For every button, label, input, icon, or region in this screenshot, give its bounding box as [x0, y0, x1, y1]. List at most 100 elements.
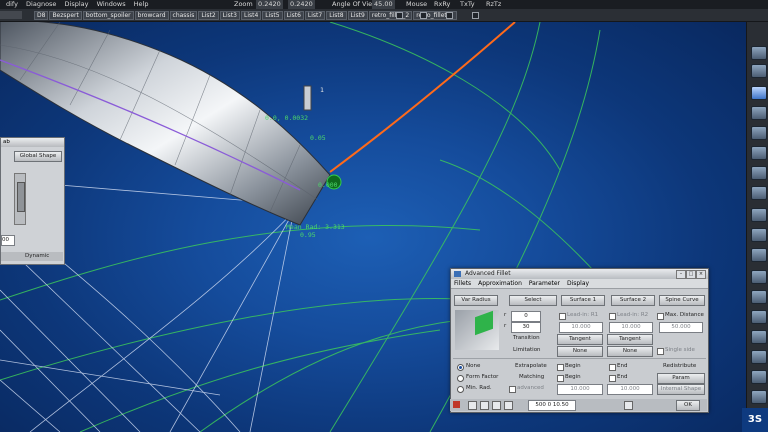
- shelf-checkbox[interactable]: [446, 12, 453, 19]
- tool-icon[interactable]: [751, 64, 767, 78]
- tool-icon[interactable]: [751, 166, 767, 180]
- maximize-icon[interactable]: □: [686, 270, 696, 279]
- tool-icon[interactable]: [480, 401, 489, 410]
- close-icon[interactable]: ×: [696, 270, 706, 279]
- tool-icon[interactable]: [751, 310, 767, 324]
- limitation2-dropdown[interactable]: None: [607, 346, 653, 357]
- tab-fillets[interactable]: Fillets: [454, 280, 471, 287]
- shelf-tab[interactable]: bottom_spoiler: [82, 11, 134, 20]
- tool-icon[interactable]: [751, 290, 767, 304]
- shelf-tab[interactable]: Bezspert: [49, 11, 82, 20]
- shelf-tab[interactable]: browcard: [134, 11, 169, 20]
- shelf-tab[interactable]: D8: [34, 11, 49, 20]
- extrapolate-begin-checkbox[interactable]: [557, 364, 564, 371]
- shelf-tab[interactable]: List6: [283, 11, 304, 20]
- tool-icon[interactable]: [751, 46, 767, 60]
- shelf-tab[interactable]: List7: [304, 11, 326, 20]
- zoom-value-2[interactable]: 0.2420: [288, 0, 315, 9]
- tool-icon[interactable]: [751, 186, 767, 200]
- menu-help[interactable]: Help: [134, 0, 149, 8]
- dialog-title: Advanced Fillet: [465, 270, 511, 277]
- spine-curve-button[interactable]: Spine Curve: [659, 295, 705, 306]
- mode-txty[interactable]: TxTy: [460, 0, 475, 9]
- tool-icon[interactable]: [751, 370, 767, 384]
- surface1-button[interactable]: Surface 1: [561, 295, 605, 306]
- menu-modify[interactable]: dify: [6, 0, 18, 8]
- single-side-checkbox[interactable]: [657, 348, 664, 355]
- tool-icon[interactable]: [751, 350, 767, 364]
- advanced-value-1[interactable]: 10.000: [557, 384, 603, 395]
- transition2-dropdown[interactable]: Tangent: [607, 334, 653, 345]
- status-field[interactable]: 500 0 10.50: [528, 400, 576, 411]
- param-dropdown[interactable]: Param: [657, 373, 705, 384]
- ok-button[interactable]: OK: [676, 400, 700, 411]
- radio-min-rad[interactable]: [457, 386, 464, 393]
- lead-in-r2-checkbox[interactable]: [609, 313, 616, 320]
- surface2-button[interactable]: Surface 2: [611, 295, 655, 306]
- internal-shape-dropdown[interactable]: Internal Shape: [657, 384, 705, 395]
- stop-icon[interactable]: [453, 401, 460, 408]
- shelf-checkbox[interactable]: [472, 12, 479, 19]
- matching-begin-checkbox[interactable]: [557, 375, 564, 382]
- mode-rztz[interactable]: RzTz: [486, 0, 501, 9]
- tool-icon[interactable]: [751, 228, 767, 242]
- tab-parameter[interactable]: Parameter: [529, 280, 560, 287]
- limitation1-dropdown[interactable]: None: [557, 346, 603, 357]
- tool-icon[interactable]: [751, 126, 767, 140]
- radio-form-factor[interactable]: [457, 375, 464, 382]
- tool-icon[interactable]: [468, 401, 477, 410]
- transition1-dropdown[interactable]: Tangent: [557, 334, 603, 345]
- left-panel-title: ab: [1, 138, 64, 147]
- dynamic-label[interactable]: Dynamic: [25, 253, 49, 259]
- tab-approximation[interactable]: Approximation: [478, 280, 522, 287]
- r1-input[interactable]: 0: [511, 311, 541, 322]
- angle-value[interactable]: 45.00: [372, 0, 395, 9]
- zoom-value[interactable]: 0.2420: [256, 0, 283, 9]
- advanced-value-2[interactable]: 10.000: [607, 384, 653, 395]
- shelf-tab[interactable]: List2: [198, 11, 219, 20]
- tool-icon-selected[interactable]: [751, 86, 767, 100]
- global-shape-dropdown[interactable]: Global Shape: [14, 151, 62, 162]
- tool-icon[interactable]: [751, 390, 767, 404]
- shelf-tab[interactable]: List9: [347, 11, 368, 20]
- slider-track[interactable]: [14, 173, 26, 225]
- radio-none[interactable]: [457, 364, 464, 371]
- lead-in-r1-checkbox[interactable]: [559, 313, 566, 320]
- r2-input[interactable]: 30: [511, 322, 541, 333]
- shelf-checkbox[interactable]: [420, 12, 427, 19]
- max-distance-value[interactable]: 50.000: [659, 322, 703, 333]
- lead-r2-value[interactable]: 10.000: [609, 322, 653, 333]
- tool-icon[interactable]: [751, 330, 767, 344]
- extrapolate-end-checkbox[interactable]: [609, 364, 616, 371]
- slider-thumb[interactable]: [17, 182, 25, 212]
- tool-icon[interactable]: [751, 208, 767, 222]
- lead-r1-value[interactable]: 10.000: [559, 322, 603, 333]
- matching-end-checkbox[interactable]: [609, 375, 616, 382]
- shelf-tab[interactable]: List3: [219, 11, 240, 20]
- max-distance-checkbox[interactable]: [657, 313, 664, 320]
- tool-icon[interactable]: [504, 401, 513, 410]
- tool-icon[interactable]: [751, 248, 767, 262]
- left-value[interactable]: 00: [1, 235, 15, 246]
- menu-display[interactable]: Display: [65, 0, 89, 8]
- tool-icon[interactable]: [492, 401, 501, 410]
- mode-rxry[interactable]: RxRy: [434, 0, 450, 9]
- shelf-tab[interactable]: List4: [240, 11, 262, 20]
- tool-icon[interactable]: [751, 270, 767, 284]
- minimize-icon[interactable]: –: [676, 270, 686, 279]
- var-radius-dropdown[interactable]: Var Radius: [454, 295, 498, 306]
- menu-windows[interactable]: Windows: [97, 0, 126, 8]
- shelf-tab[interactable]: chassis: [169, 11, 198, 20]
- shelf-tab[interactable]: List8: [326, 11, 347, 20]
- tool-icon[interactable]: [624, 401, 633, 410]
- shelf-checkbox[interactable]: [396, 12, 403, 19]
- shelf-tab[interactable]: List5: [262, 11, 283, 20]
- menu-diagnose[interactable]: Diagnose: [26, 0, 56, 8]
- tool-icon[interactable]: [751, 106, 767, 120]
- mode-mouse[interactable]: Mouse: [406, 0, 427, 9]
- advanced-checkbox[interactable]: [509, 386, 516, 393]
- select-button[interactable]: Select: [509, 295, 557, 306]
- shelf-tab[interactable]: retro_fillet_2: [368, 11, 413, 20]
- tool-icon[interactable]: [751, 146, 767, 160]
- tab-display[interactable]: Display: [567, 280, 589, 287]
